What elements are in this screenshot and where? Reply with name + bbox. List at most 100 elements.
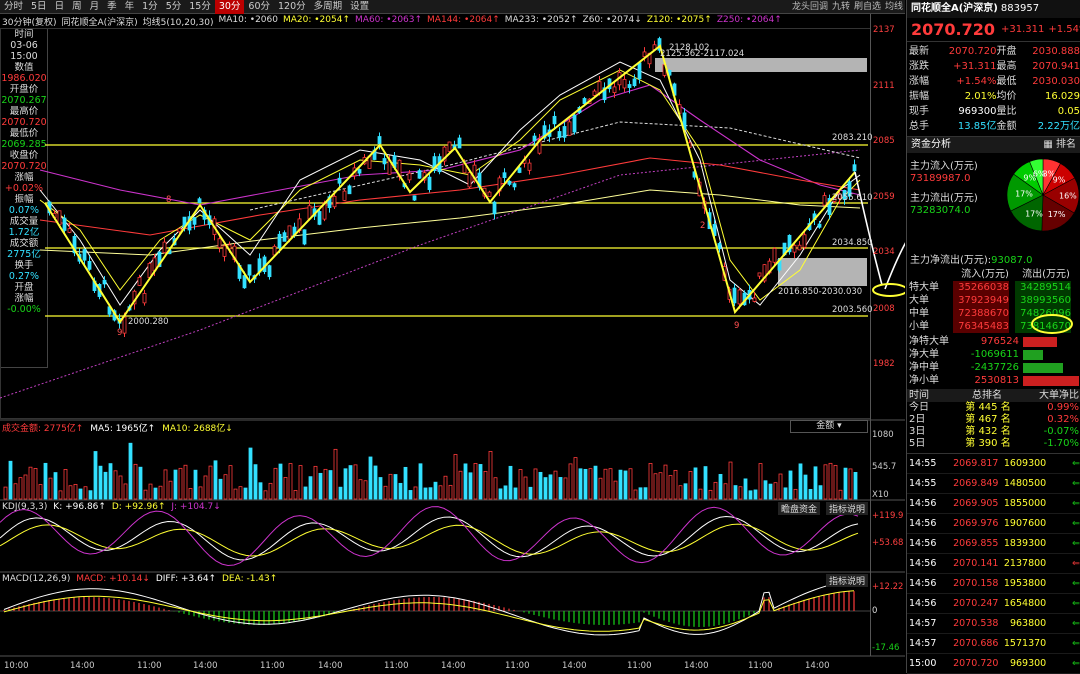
- volume-bar: [178, 467, 183, 500]
- volume-bar: [773, 482, 778, 500]
- volume-bar: [338, 486, 343, 500]
- candle-body: [582, 98, 587, 104]
- candle-body: [287, 225, 292, 240]
- candle-body: [337, 177, 342, 184]
- fund-watch-button[interactable]: 瞻盘资金: [778, 502, 821, 515]
- candle-body: [717, 243, 722, 250]
- count-8: 8: [166, 195, 171, 205]
- volume-bar: [173, 469, 178, 500]
- volume-bar: [833, 464, 838, 500]
- candle-body: [622, 78, 627, 89]
- volume-bar: [183, 464, 188, 500]
- volume-bar: [713, 481, 718, 500]
- volume-bar: [413, 486, 418, 500]
- flow-row: 大单 37923949 38993560: [909, 294, 1071, 307]
- candle-body: [102, 279, 107, 285]
- candle-body: [417, 170, 422, 179]
- volume-bar: [798, 463, 803, 500]
- volume-bar: [328, 470, 333, 500]
- candle-body: [267, 265, 272, 278]
- main-outflow-label: 主力流出(万元): [910, 193, 978, 204]
- trade-row: 14:552069.8491480500⇐ 1590: [907, 474, 1080, 494]
- main-outflow-value: 73283074.0: [910, 205, 971, 216]
- kdj-j-line: [0, 506, 859, 567]
- volume-bar: [128, 442, 133, 500]
- net-flow-table: 净特大单 976524 净大单 -1069611 净中单 -2437726 净小单 25308…: [907, 335, 1080, 387]
- volume-bar: [778, 473, 783, 500]
- volume-bar: [433, 481, 438, 500]
- candle-body: [332, 195, 337, 208]
- macd-help-button[interactable]: 指标说明: [826, 574, 869, 587]
- main-net-label: 主力净流出(万元):: [910, 255, 992, 266]
- volume-bar: [488, 451, 493, 500]
- candle-body: [527, 162, 532, 171]
- candle-body: [532, 135, 537, 142]
- candle-body: [732, 287, 737, 304]
- highlight-ellipse-2: [1031, 314, 1073, 334]
- volume-bar: [278, 463, 283, 500]
- volume-bar: [13, 483, 18, 500]
- volume-bar: [558, 477, 563, 500]
- zone-top-label: 2125.362-2117.024: [660, 49, 744, 59]
- rank-row: 3日第 432 名 -0.07%: [909, 426, 1079, 437]
- candle-body: [632, 78, 637, 87]
- volume-mode-select[interactable]: 金额 ▾: [790, 420, 868, 433]
- volume-bar: [763, 480, 768, 500]
- volume-bar: [288, 463, 293, 500]
- price-tick: 2008: [873, 304, 895, 314]
- volume-bar: [513, 487, 518, 500]
- candle-body: [177, 228, 182, 233]
- last-price: 2070.720: [911, 20, 996, 39]
- trade-row: 14:572070.6861571370⇐ 1090: [907, 634, 1080, 654]
- volume-bar: [463, 463, 468, 500]
- macd-axis-top: +12.22: [872, 582, 904, 592]
- volume-bar: [573, 457, 578, 500]
- zigzag-wave-line: [44, 44, 856, 324]
- candle-body: [82, 249, 87, 261]
- volume-bar: [673, 469, 678, 500]
- volume-bar: [818, 485, 823, 500]
- trade-row: 14:562070.1412137800⇐ 2166: [907, 554, 1080, 574]
- time-tick: 14:00: [70, 661, 95, 671]
- stat-row: 最新 2070.720 开盘 2030.888: [909, 46, 1080, 57]
- time-tick: 14:00: [684, 661, 709, 671]
- time-tick: 11:00: [627, 661, 652, 671]
- volume-bar: [623, 470, 628, 500]
- volume-bar: [228, 465, 233, 500]
- volume-bar: [813, 466, 818, 500]
- quote-stats: 最新 2070.720 开盘 2030.888 涨跌 +31.311 最高 2070.941 涨…: [907, 42, 1080, 137]
- volume-bar: [158, 485, 163, 500]
- trade-row: 14:562069.9761907600⇐ 1921: [907, 514, 1080, 534]
- volume-bar: [138, 466, 143, 500]
- main-inflow-value: 73189987.0: [910, 173, 971, 184]
- trade-row: 14:562070.2471654800⇐ 1655: [907, 594, 1080, 614]
- volume-bar: [143, 489, 148, 500]
- tab-rank[interactable]: ▦ 排名: [1039, 137, 1080, 153]
- volume-bar: [123, 483, 128, 500]
- price-tick: 2059: [873, 192, 895, 202]
- volume-bar: [253, 464, 258, 500]
- volume-bar: [248, 447, 253, 500]
- candle-body: [642, 51, 647, 57]
- volume-bar: [273, 467, 278, 500]
- candle-body: [822, 195, 827, 206]
- volume-bar: [438, 485, 443, 500]
- volume-bar: [38, 484, 43, 500]
- trade-row: 14:562069.9051855000⇐ 1953: [907, 494, 1080, 514]
- kdj-legend: KDJ(9,3,3) K: +96.86↑ D: +92.96↑ J: +104…: [2, 502, 221, 512]
- tab-fund-analysis[interactable]: 资金分析: [907, 137, 955, 153]
- macd-title: MACD(12,26,9): [2, 574, 71, 584]
- volume-bar: [738, 486, 743, 500]
- count-9-b: 9: [734, 321, 739, 331]
- candle-body: [457, 137, 462, 149]
- kline-chart-area[interactable]: 2128.102 2125.362-2117.024 2083.210 2055…: [0, 0, 905, 673]
- kdj-help-button[interactable]: 指标说明: [826, 502, 869, 515]
- volume-bar: [73, 484, 78, 500]
- volume-bar: [508, 465, 513, 500]
- macd-dea: DEA: -1.43↑: [221, 574, 278, 584]
- kdj-title: KDJ(9,3,3): [2, 502, 48, 512]
- highlight-ellipse-1: [872, 283, 905, 297]
- volume-bar: [598, 477, 603, 500]
- price-tick: 2137: [873, 25, 895, 35]
- kdj-axis-top: +119.9: [872, 511, 904, 521]
